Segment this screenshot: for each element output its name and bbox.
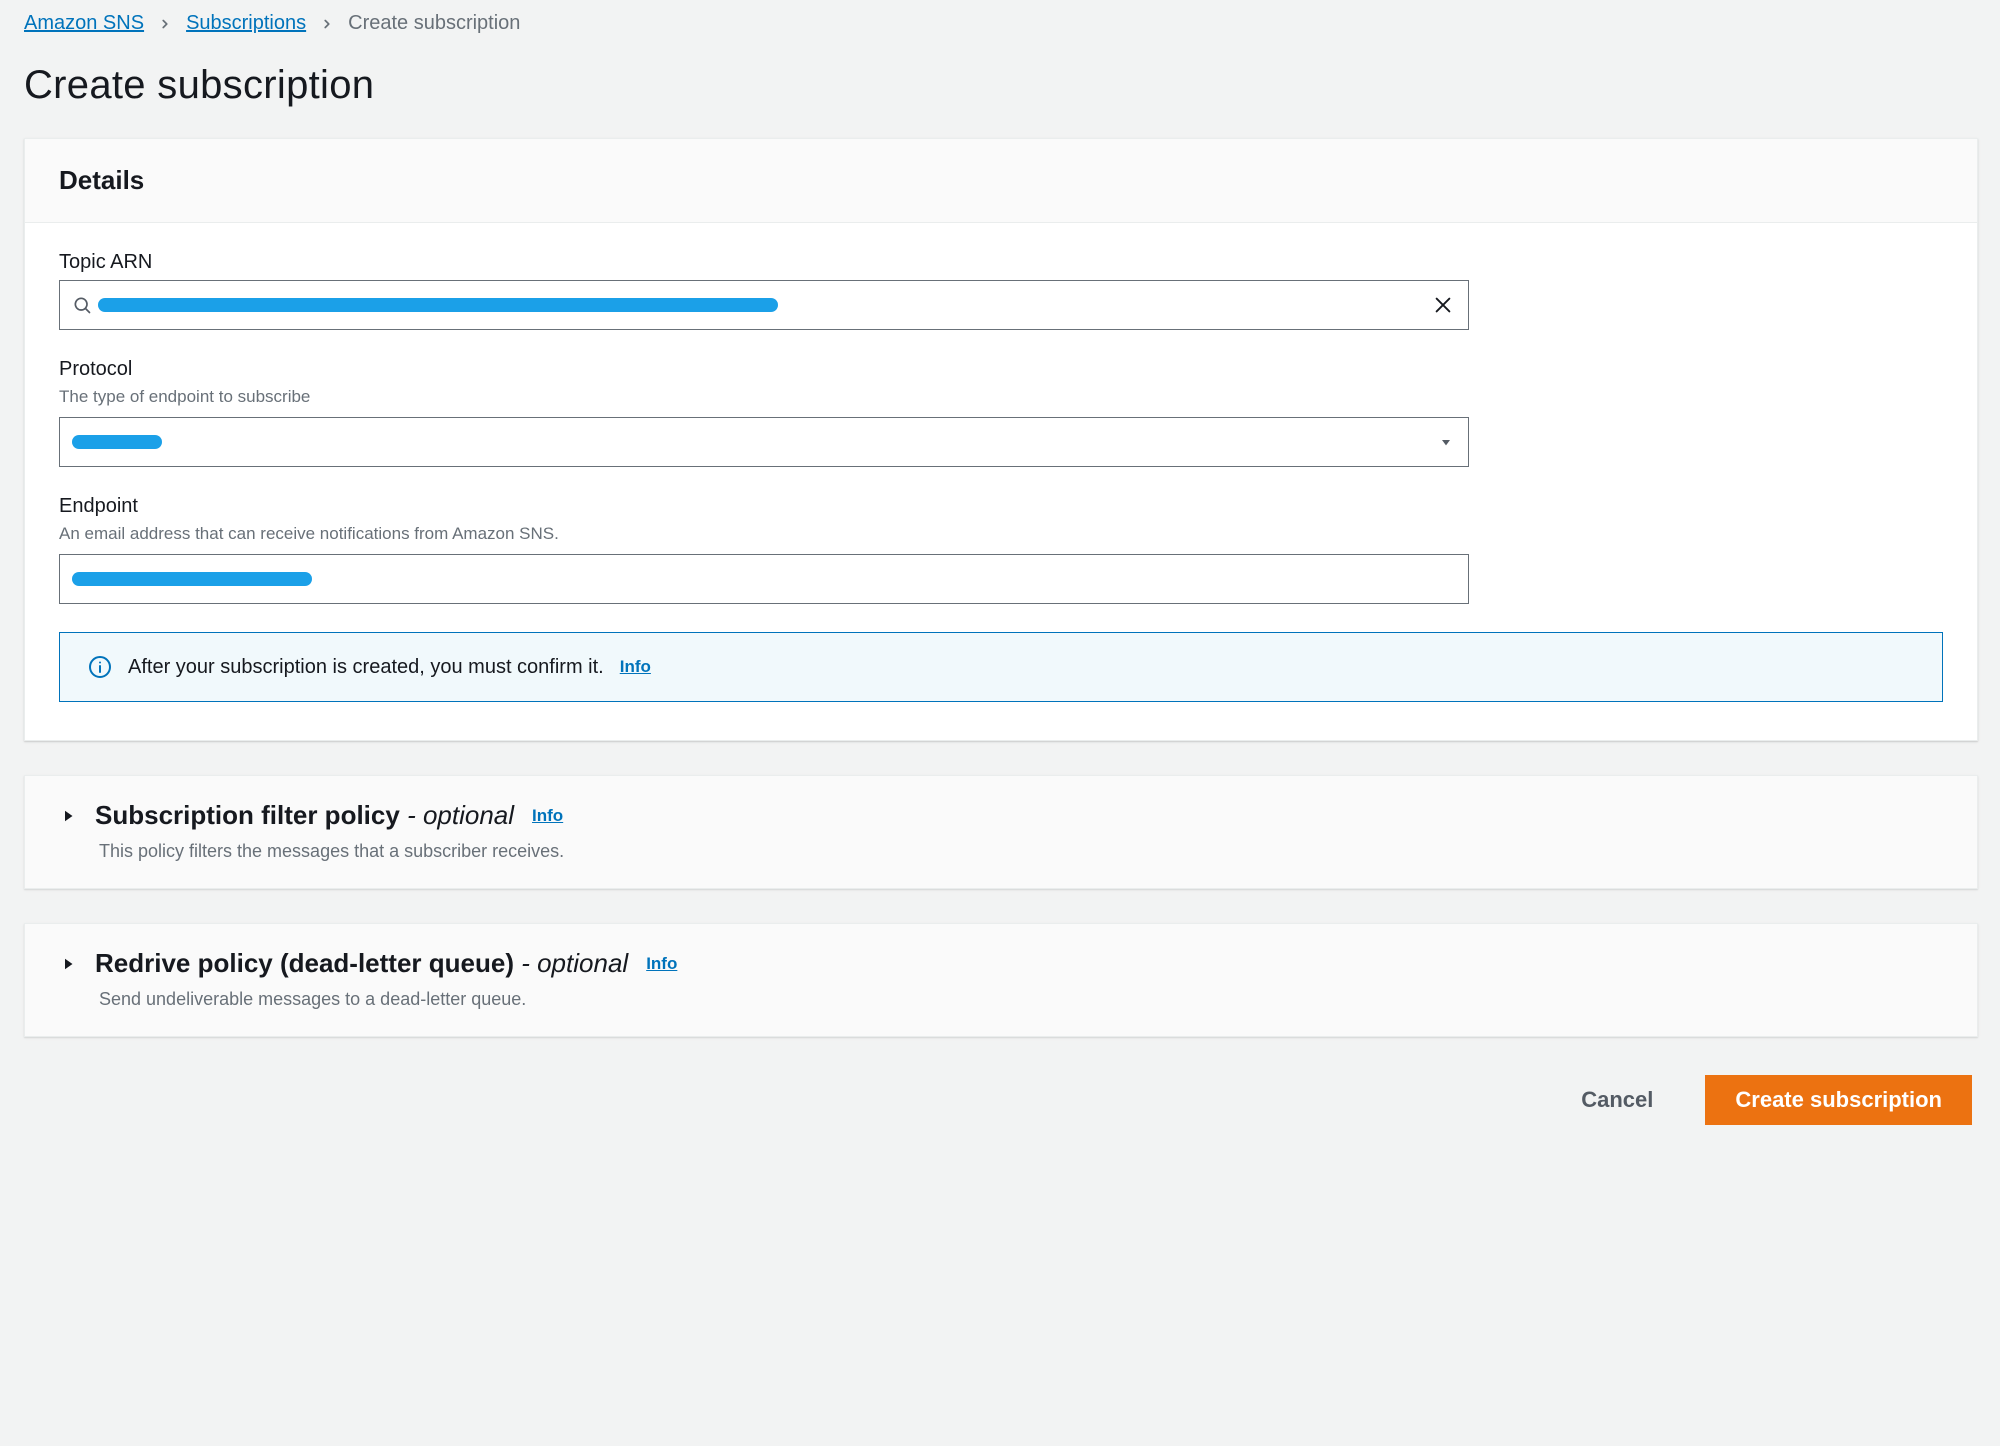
breadcrumb-current: Create subscription	[348, 12, 520, 35]
confirm-info-alert: After your subscription is created, you …	[59, 632, 1943, 702]
filter-policy-title: Subscription filter policy	[95, 800, 400, 830]
topic-arn-input[interactable]	[59, 280, 1469, 330]
redrive-policy-panel: Redrive policy (dead-letter queue) - opt…	[24, 923, 1978, 1037]
protocol-group: Protocol The type of endpoint to subscri…	[59, 358, 1943, 467]
redrive-policy-info-link[interactable]: Info	[646, 954, 677, 974]
breadcrumb-link-sns[interactable]: Amazon SNS	[24, 12, 144, 35]
protocol-help: The type of endpoint to subscribe	[59, 387, 1943, 407]
caret-right-icon	[59, 807, 77, 825]
search-icon	[72, 295, 92, 315]
chevron-right-icon	[320, 17, 334, 31]
filter-policy-toggle[interactable]: Subscription filter policy - optional In…	[59, 800, 1943, 831]
page-title: Create subscription	[24, 63, 1978, 108]
redrive-policy-desc: Send undeliverable messages to a dead-le…	[99, 989, 1943, 1010]
close-icon	[1432, 294, 1454, 316]
endpoint-help: An email address that can receive notifi…	[59, 524, 1943, 544]
filter-policy-desc: This policy filters the messages that a …	[99, 841, 1943, 862]
caret-right-icon	[59, 955, 77, 973]
endpoint-group: Endpoint An email address that can recei…	[59, 495, 1943, 604]
redrive-policy-toggle[interactable]: Redrive policy (dead-letter queue) - opt…	[59, 948, 1943, 979]
protocol-label: Protocol	[59, 358, 1943, 381]
filter-policy-optional: - optional	[407, 800, 514, 830]
cancel-button[interactable]: Cancel	[1551, 1075, 1683, 1125]
create-subscription-button[interactable]: Create subscription	[1705, 1075, 1972, 1125]
breadcrumb: Amazon SNS Subscriptions Create subscrip…	[24, 12, 1978, 35]
protocol-value-redacted	[72, 435, 162, 449]
confirm-info-text: After your subscription is created, you …	[128, 656, 604, 679]
caret-down-icon	[1438, 434, 1454, 450]
action-row: Cancel Create subscription	[24, 1071, 1978, 1125]
chevron-right-icon	[158, 17, 172, 31]
confirm-info-link[interactable]: Info	[620, 657, 651, 677]
filter-policy-panel: Subscription filter policy - optional In…	[24, 775, 1978, 889]
redrive-policy-optional: - optional	[521, 948, 628, 978]
details-panel: Details Topic ARN	[24, 138, 1978, 741]
filter-policy-info-link[interactable]: Info	[532, 806, 563, 826]
endpoint-label: Endpoint	[59, 495, 1943, 518]
endpoint-input[interactable]	[59, 554, 1469, 604]
endpoint-value-redacted	[72, 572, 312, 586]
breadcrumb-link-subscriptions[interactable]: Subscriptions	[186, 12, 306, 35]
topic-arn-label: Topic ARN	[59, 251, 1943, 274]
details-header: Details	[25, 139, 1977, 223]
clear-topic-arn-button[interactable]	[1428, 290, 1458, 320]
protocol-select[interactable]	[59, 417, 1469, 467]
topic-arn-group: Topic ARN	[59, 251, 1943, 330]
redrive-policy-title: Redrive policy (dead-letter queue)	[95, 948, 514, 978]
topic-arn-value-redacted	[98, 298, 778, 312]
info-icon	[88, 655, 112, 679]
